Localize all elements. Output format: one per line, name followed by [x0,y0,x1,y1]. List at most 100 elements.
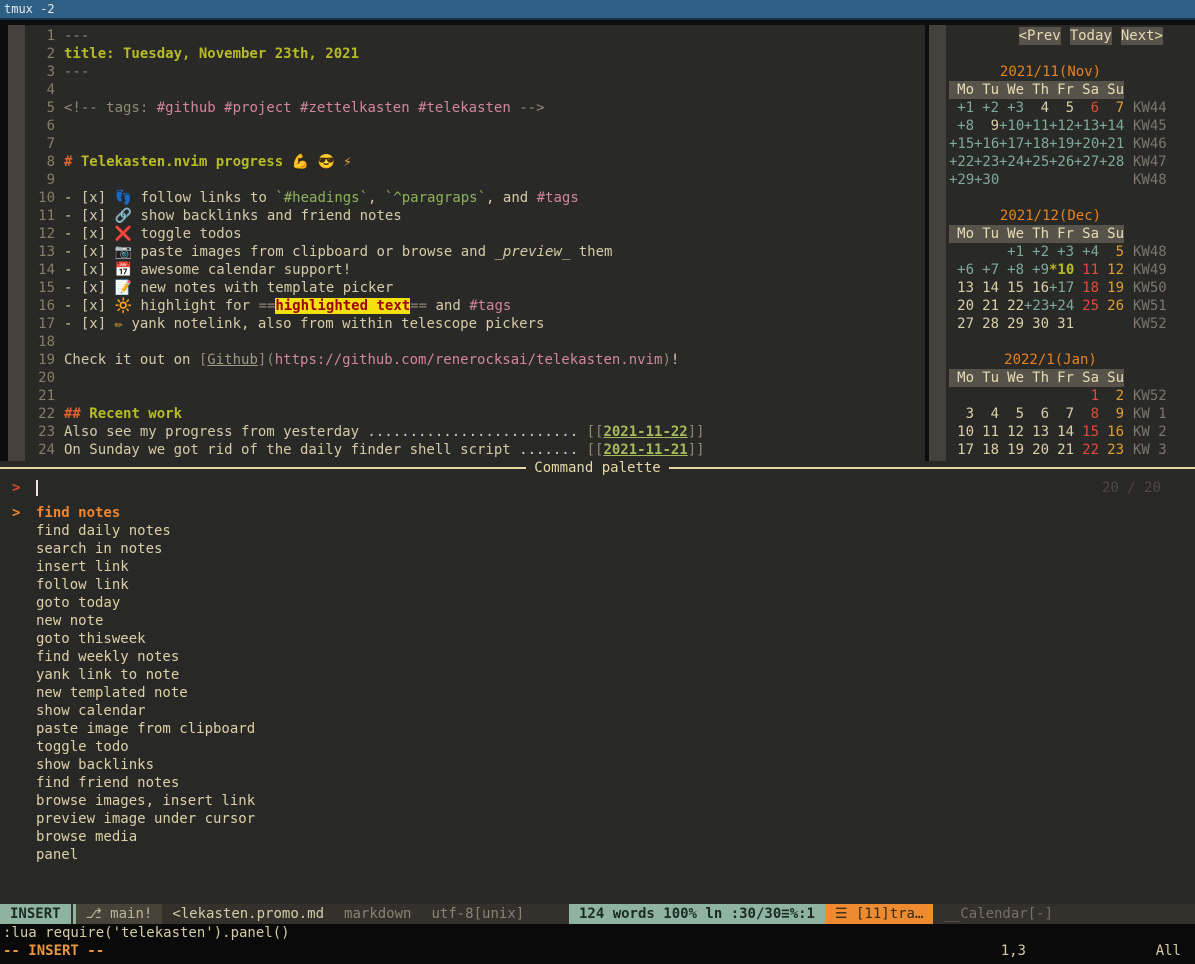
calendar-day-cell[interactable]: +10 [999,117,1024,135]
calendar-day-cell[interactable]: 22 [1074,441,1099,459]
calendar-next-button[interactable]: Next> [1121,27,1163,45]
calendar-day-cell[interactable]: +7 [974,261,999,279]
editor-line[interactable]: 10- [x] 👣 follow links to `#headings`, `… [25,189,925,207]
calendar-day-cell[interactable]: +12 [1049,117,1074,135]
calendar-day-cell[interactable]: 8 [1074,405,1099,423]
calendar-day-cell[interactable]: 4 [1024,99,1049,117]
editor-line[interactable]: 6 [25,117,925,135]
calendar-day-cell[interactable]: +23 [974,153,999,171]
calendar-day-cell[interactable]: 4 [974,405,999,423]
calendar-day-cell[interactable]: +2 [1024,243,1049,261]
palette-item[interactable]: goto today [0,594,1195,612]
calendar-day-cell[interactable]: +24 [999,153,1024,171]
calendar-day-cell[interactable]: +24 [1049,297,1074,315]
calendar-day-cell[interactable]: 26 [1099,297,1124,315]
palette-item[interactable]: show backlinks [0,756,1195,774]
calendar-day-cell[interactable]: 22 [999,297,1024,315]
calendar-day-cell[interactable]: +2 [974,99,999,117]
calendar-day-cell[interactable]: +14 [1099,117,1124,135]
calendar-day-cell[interactable]: +15 [949,135,974,153]
calendar-day-cell[interactable]: +1 [949,99,974,117]
calendar-day-cell[interactable]: 27 [949,315,974,333]
calendar-day-cell[interactable]: +23 [1024,297,1049,315]
calendar-day-cell[interactable]: 14 [974,279,999,297]
calendar-day-cell[interactable]: 21 [1049,441,1074,459]
calendar-day-cell[interactable]: 2 [1099,387,1124,405]
editor-line[interactable]: 22## Recent work [25,405,925,423]
editor-line[interactable]: 9 [25,171,925,189]
palette-item[interactable]: browse images, insert link [0,792,1195,810]
palette-item[interactable]: find weekly notes [0,648,1195,666]
calendar-day-cell[interactable]: 29 [999,315,1024,333]
calendar-day-cell[interactable]: 25 [1074,297,1099,315]
editor-line[interactable]: 15- [x] 📝 new notes with template picker [25,279,925,297]
calendar-day-cell[interactable]: 16 [1024,279,1049,297]
calendar-day-cell[interactable]: +13 [1074,117,1099,135]
calendar-day-cell[interactable]: 18 [974,441,999,459]
calendar-day-cell[interactable]: +3 [1049,243,1074,261]
calendar-day-cell[interactable]: 7 [1099,99,1124,117]
calendar-day-cell[interactable]: 30 [1024,315,1049,333]
calendar-day-cell[interactable]: 23 [1099,441,1124,459]
editor-line[interactable]: 13- [x] 📷 paste images from clipboard or… [25,243,925,261]
calendar-day-cell[interactable]: +17 [1049,279,1074,297]
calendar-day-cell[interactable]: +28 [1099,153,1124,171]
palette-item[interactable]: find daily notes [0,522,1195,540]
palette-item[interactable]: paste image from clipboard [0,720,1195,738]
calendar-day-cell[interactable]: +18 [1024,135,1049,153]
calendar-day-cell[interactable]: 20 [949,297,974,315]
editor-line[interactable]: 3--- [25,63,925,81]
calendar-day-cell[interactable]: +1 [999,243,1024,261]
calendar-day-cell[interactable]: +26 [1049,153,1074,171]
editor-line[interactable]: 18 [25,333,925,351]
calendar-day-cell[interactable]: 21 [974,297,999,315]
calendar-prev-button[interactable]: <Prev [1019,27,1061,45]
calendar-day-cell[interactable]: 9 [974,117,999,135]
calendar-day-cell[interactable]: 20 [1024,441,1049,459]
calendar-day-cell[interactable]: +3 [999,99,1024,117]
editor-line[interactable]: 2title: Tuesday, November 23th, 2021 [25,45,925,63]
palette-item[interactable]: insert link [0,558,1195,576]
editor-line[interactable]: 4 [25,81,925,99]
calendar-day-cell[interactable]: 14 [1049,423,1074,441]
editor-line[interactable]: 1--- [25,27,925,45]
editor-line[interactable]: 14- [x] 📅 awesome calendar support! [25,261,925,279]
editor-line[interactable]: 7 [25,135,925,153]
palette-item[interactable]: panel [0,846,1195,864]
palette-item[interactable]: search in notes [0,540,1195,558]
calendar-day-cell[interactable]: +30 [974,171,999,189]
calendar-day-cell[interactable]: 12 [999,423,1024,441]
calendar-day-cell[interactable]: 19 [1099,279,1124,297]
editor-line[interactable]: 11- [x] 🔗 show backlinks and friend note… [25,207,925,225]
editor-line[interactable]: 24On Sunday we got rid of the daily find… [25,441,925,459]
calendar-day-cell[interactable]: 5 [1049,99,1074,117]
palette-prompt-input[interactable]: > 20 / 20 [0,479,1195,497]
editor-line[interactable]: 12- [x] ❌ toggle todos [25,225,925,243]
calendar-day-cell[interactable]: 13 [949,279,974,297]
palette-item[interactable]: >find notes [0,504,1195,522]
calendar-day-cell[interactable]: 5 [999,405,1024,423]
calendar-day-cell[interactable]: +22 [949,153,974,171]
calendar-day-cell[interactable]: +20 [1074,135,1099,153]
palette-item[interactable]: yank link to note [0,666,1195,684]
calendar-day-cell[interactable]: +11 [1024,117,1049,135]
editor-line[interactable]: 5<!-- tags: #github #project #zettelkast… [25,99,925,117]
palette-item[interactable]: new note [0,612,1195,630]
palette-item[interactable]: find friend notes [0,774,1195,792]
editor-buffer[interactable]: 1---2title: Tuesday, November 23th, 2021… [0,25,925,461]
editor-line[interactable]: 16- [x] 🔆 highlight for ==highlighted te… [25,297,925,315]
calendar-day-cell[interactable]: 6 [1074,99,1099,117]
editor-line[interactable]: 8# Telekasten.nvim progress 💪 😎 ⚡ [25,153,925,171]
calendar-day-cell[interactable]: 28 [974,315,999,333]
palette-item[interactable]: show calendar [0,702,1195,720]
calendar-day-cell[interactable]: +16 [974,135,999,153]
calendar-day-cell[interactable]: +4 [1074,243,1099,261]
editor-line[interactable]: 20 [25,369,925,387]
calendar-day-cell[interactable]: 15 [1074,423,1099,441]
calendar-day-cell[interactable]: +21 [1099,135,1124,153]
calendar-day-cell[interactable]: 3 [949,405,974,423]
palette-item[interactable]: toggle todo [0,738,1195,756]
editor-line[interactable]: 23Also see my progress from yesterday ..… [25,423,925,441]
calendar-day-cell[interactable]: 17 [949,441,974,459]
calendar-day-cell[interactable]: 15 [999,279,1024,297]
